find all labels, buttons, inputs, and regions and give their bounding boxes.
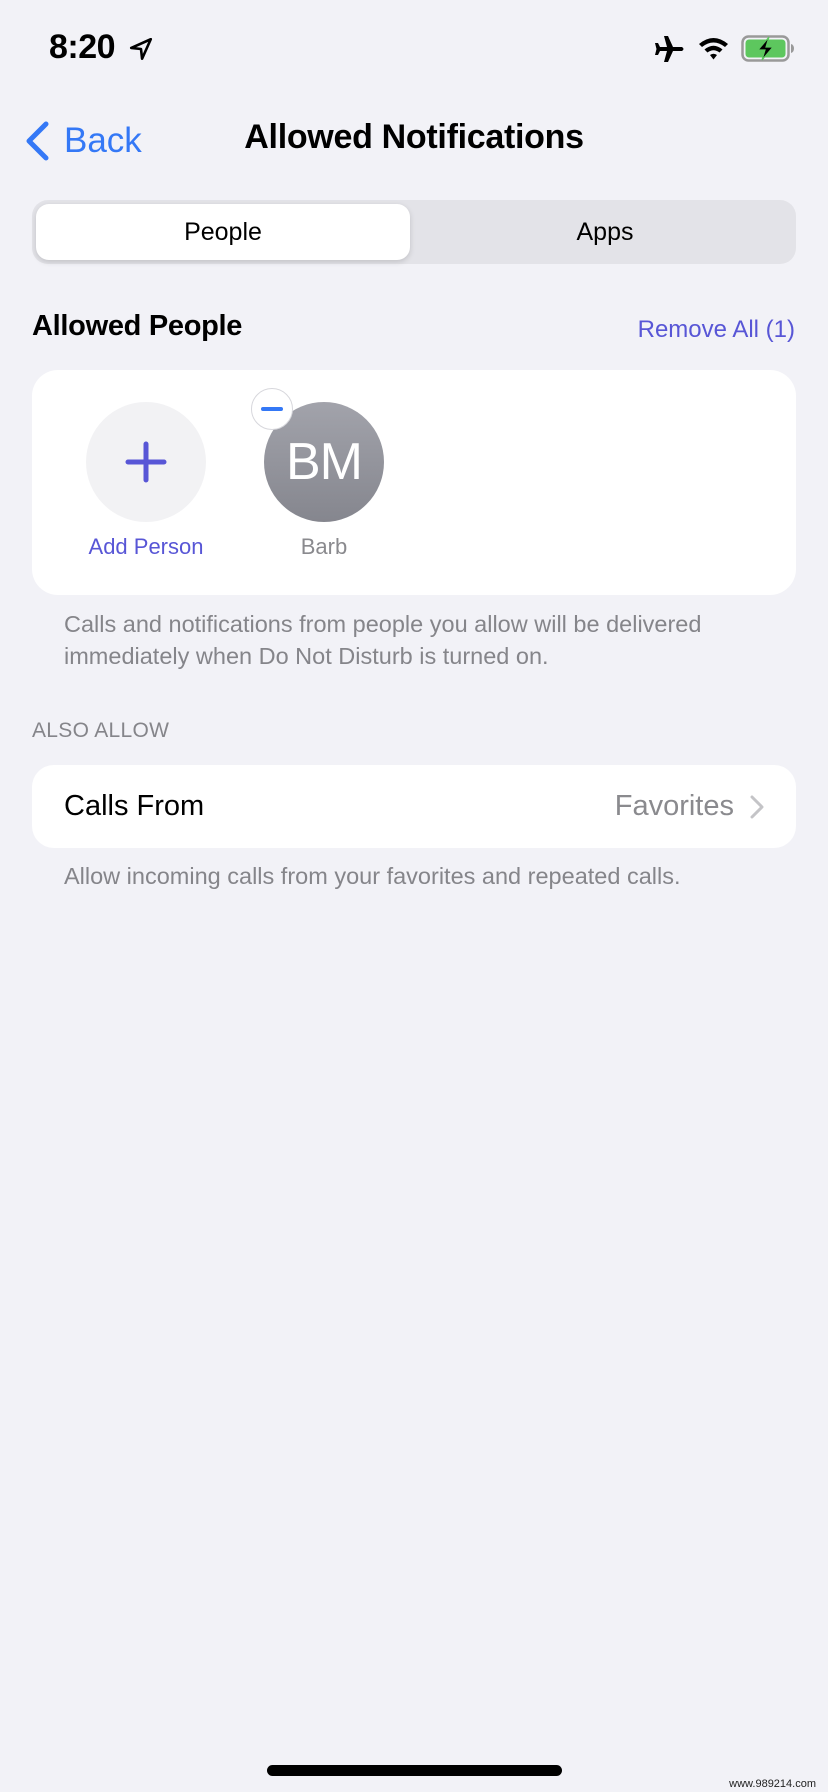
minus-icon: [261, 407, 283, 411]
page-title: Allowed Notifications: [244, 118, 584, 156]
wifi-icon: [699, 38, 728, 60]
airplane-icon: [655, 36, 684, 62]
chevron-right-icon: [750, 795, 764, 818]
also-allow-header: ALSO ALLOW: [32, 719, 170, 742]
calls-from-label: Calls From: [64, 790, 205, 822]
section-title-allowed-people: Allowed People: [32, 310, 243, 342]
calls-from-footnote: Allow incoming calls from your favorites…: [64, 863, 681, 889]
remove-person-button[interactable]: [251, 388, 293, 430]
tab-apps[interactable]: Apps: [418, 204, 792, 260]
segmented-control: People Apps: [32, 200, 796, 264]
calls-from-row[interactable]: Calls From Favorites: [32, 765, 796, 848]
location-arrow-icon: [129, 37, 153, 61]
plus-icon: [125, 441, 167, 483]
watermark: www.989214.com: [729, 1778, 816, 1790]
tab-people[interactable]: People: [36, 204, 410, 260]
person-name: Barb: [300, 534, 348, 559]
home-indicator[interactable]: [267, 1765, 562, 1776]
allowed-people-footnote: Calls and notifications from people you …: [64, 611, 702, 669]
add-person-label[interactable]: Add Person: [56, 534, 236, 560]
remove-all-button[interactable]: Remove All (1): [638, 316, 795, 344]
calls-from-value: Favorites: [614, 790, 734, 822]
battery-charging-icon: [741, 35, 794, 62]
add-person-button[interactable]: [86, 402, 206, 522]
status-time: 8:20: [49, 28, 116, 66]
